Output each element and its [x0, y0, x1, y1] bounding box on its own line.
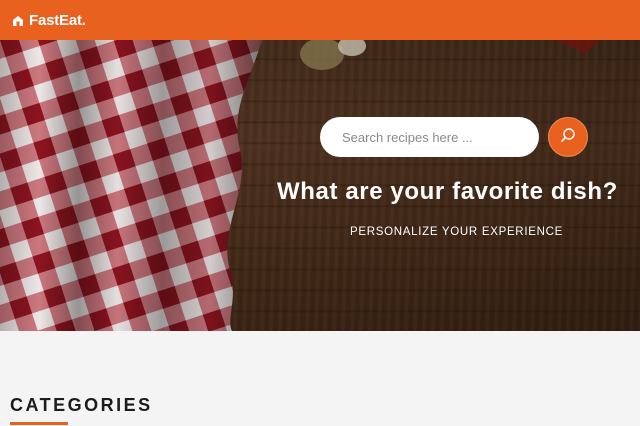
- heading-underline: [10, 422, 68, 425]
- search-input[interactable]: [320, 117, 539, 157]
- hero-title: What are your favorite dish?: [277, 178, 618, 205]
- home-icon: [12, 14, 24, 26]
- search-button[interactable]: [548, 117, 588, 157]
- hero-banner: What are your favorite dish? PERSONALIZE…: [0, 40, 640, 331]
- brand-logo-link[interactable]: FastEat.: [12, 12, 86, 29]
- top-navbar: FastEat.: [0, 0, 640, 40]
- search-icon: [560, 127, 576, 148]
- categories-section: CATEGORIES: [0, 331, 640, 426]
- recipe-search: [320, 117, 588, 157]
- brand-name: FastEat.: [29, 11, 86, 29]
- hero-subtitle: PERSONALIZE YOUR EXPERIENCE: [350, 226, 563, 238]
- categories-heading: CATEGORIES: [10, 395, 153, 415]
